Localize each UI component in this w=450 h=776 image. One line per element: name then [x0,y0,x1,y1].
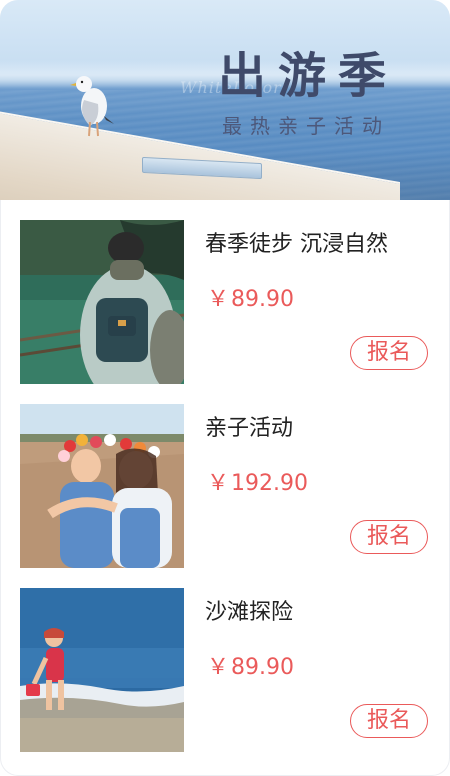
price-value: 192.90 [231,471,308,496]
hiking-photo[interactable] [20,220,184,384]
beach-photo[interactable] [20,588,184,752]
activity-title: 沙滩探险 [205,600,294,625]
currency-symbol: ￥ [207,655,230,680]
seagull-icon [70,76,114,137]
activity-card: WhiteLotor 出游季 最热亲子活动 春季徒步 沉浸自然 ￥89.90 报… [0,0,450,776]
activity-price: ￥192.90 [207,470,308,498]
price-value: 89.90 [231,287,294,312]
family-photo[interactable] [20,404,184,568]
banner-subtitle: 最热亲子活动 [222,114,390,138]
hero-banner: WhiteLotor 出游季 最热亲子活动 [0,0,450,200]
banner-title: 出游季 [217,48,398,104]
currency-symbol: ￥ [207,287,230,312]
currency-symbol: ￥ [207,471,230,496]
activity-title: 春季徒步 沉浸自然 [205,232,388,257]
price-value: 89.90 [231,655,294,680]
activity-item-family[interactable]: 亲子活动 ￥192.90 报名 [0,384,450,568]
activity-item-beach[interactable]: 沙滩探险 ￥89.90 报名 [0,568,450,752]
signup-button[interactable]: 报名 [350,336,428,370]
activity-price: ￥89.90 [207,286,294,314]
activity-title: 亲子活动 [205,416,294,441]
activity-price: ￥89.90 [207,654,294,682]
signup-button[interactable]: 报名 [350,520,428,554]
activity-item-hiking[interactable]: 春季徒步 沉浸自然 ￥89.90 报名 [0,200,450,384]
signup-button[interactable]: 报名 [350,704,428,738]
